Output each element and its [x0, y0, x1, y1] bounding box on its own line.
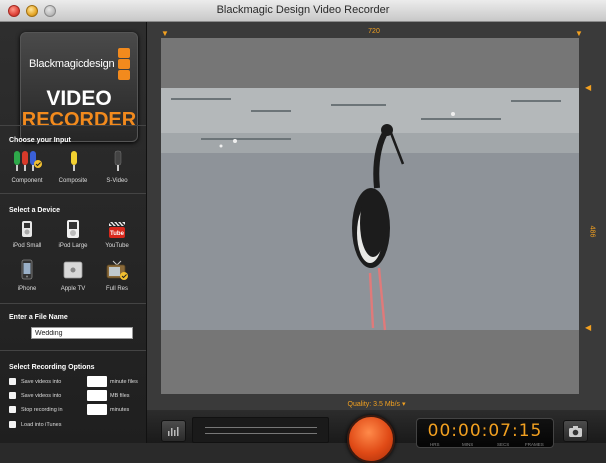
divider [0, 350, 146, 351]
device-full-res[interactable]: Full Res [94, 259, 140, 295]
timecode-display: 00:00:07:15 HRS MINS SECS FRAMES [416, 418, 554, 448]
video-frame [161, 38, 579, 394]
device-label: iPod Large [58, 243, 88, 249]
mb-files-input[interactable] [87, 390, 107, 401]
device-label: Full Res [105, 286, 128, 292]
input-composite[interactable]: Composite [50, 147, 98, 187]
left-crop-marker-icon[interactable]: ▼ [161, 30, 169, 38]
audio-meter [192, 417, 329, 443]
option-prefix: Save videos into [21, 379, 62, 385]
option-load-itunes: Load into iTunes [9, 419, 139, 431]
device-iphone[interactable]: iPhone [4, 259, 50, 295]
snapshot-button[interactable] [563, 420, 588, 442]
option-minute-files: Save videos into minute files [9, 376, 139, 388]
input-section-title: Choose your Input [9, 137, 71, 144]
timecode-value: 00:00:07:15 [427, 421, 543, 441]
meter-line [205, 433, 317, 434]
option-suffix: MB files [110, 393, 130, 399]
input-label: S-Video [106, 178, 128, 184]
load-itunes-checkbox[interactable] [9, 421, 16, 428]
option-label: Load into iTunes [21, 422, 62, 428]
option-prefix: Stop recording in [21, 407, 63, 413]
ipod-small-icon [22, 221, 32, 237]
device-label: Apple TV [60, 286, 86, 292]
window-title: Blackmagic Design Video Recorder [216, 4, 390, 16]
file-section-title: Enter a File Name [9, 314, 68, 321]
option-suffix: minutes [110, 407, 130, 413]
width-label: 720 [368, 28, 380, 35]
recording-options-title: Select Recording Options [9, 364, 95, 371]
component-cable-icon [14, 151, 42, 171]
device-apple-tv[interactable]: Apple TV [50, 259, 96, 295]
device-ipod-large[interactable]: iPod Large [50, 219, 96, 253]
preview-panel: 720 ▼ ▼ ◀ ◀ 486 Quality: 3.5 Mb/s ▾ 00:0… [147, 22, 606, 463]
full-res-icon [106, 260, 128, 280]
option-stop-recording: Stop recording in minutes [9, 404, 139, 416]
mb-files-checkbox[interactable] [9, 392, 16, 399]
file-name-input[interactable] [31, 327, 133, 339]
height-label: 486 [588, 225, 596, 238]
camera-icon [569, 426, 582, 437]
device-label: YouTube [105, 243, 129, 249]
option-mb-files: Save videos into MB files [9, 390, 139, 402]
sidebar: Blackmagicdesign VIDEO RECORDER Choose y… [0, 22, 147, 443]
composite-cable-icon [71, 151, 77, 171]
iphone-icon [21, 259, 33, 280]
record-button[interactable] [347, 415, 395, 463]
audio-levels-icon [168, 427, 179, 436]
minute-files-checkbox[interactable] [9, 378, 16, 385]
divider [0, 193, 146, 194]
option-suffix: minute files [110, 379, 138, 385]
divider [0, 303, 146, 304]
input-component[interactable]: Component [4, 147, 52, 187]
right-crop-marker-icon[interactable]: ▼ [575, 30, 583, 38]
top-crop-marker-icon[interactable]: ◀ [585, 84, 591, 92]
quality-selector[interactable]: Quality: 3.5 Mb/s ▾ [147, 400, 606, 408]
device-label: iPod Small [12, 243, 42, 249]
audio-levels-button[interactable] [161, 420, 186, 442]
svideo-cable-icon [114, 150, 122, 171]
meter-line [205, 427, 317, 428]
divider [0, 125, 146, 126]
svg-text:Tube: Tube [110, 231, 125, 237]
logo-video-text: VIDEO [46, 87, 112, 110]
blackmagic-logo-icon [118, 48, 130, 80]
youtube-icon: Tube [108, 221, 126, 238]
stop-minutes-input[interactable] [87, 404, 107, 415]
bottom-crop-marker-icon[interactable]: ◀ [585, 324, 591, 332]
device-youtube[interactable]: Tube YouTube [94, 219, 140, 253]
width-ruler: 720 [161, 28, 587, 38]
brand-name: Blackmagicdesign [29, 58, 115, 70]
title-bar: Blackmagic Design Video Recorder [0, 0, 606, 22]
apple-tv-icon [63, 261, 83, 279]
video-preview [161, 38, 579, 394]
device-label: iPhone [17, 286, 37, 292]
input-svideo[interactable]: S-Video [94, 147, 142, 187]
input-label: Component [11, 178, 43, 184]
device-section-title: Select a Device [9, 207, 60, 214]
stop-recording-checkbox[interactable] [9, 406, 16, 413]
option-prefix: Save videos into [21, 393, 62, 399]
logo-recorder-text: RECORDER [21, 109, 137, 131]
input-label: Composite [58, 178, 88, 184]
ipod-large-icon [67, 220, 79, 238]
minute-files-input[interactable] [87, 376, 107, 387]
device-ipod-small[interactable]: iPod Small [4, 219, 50, 253]
